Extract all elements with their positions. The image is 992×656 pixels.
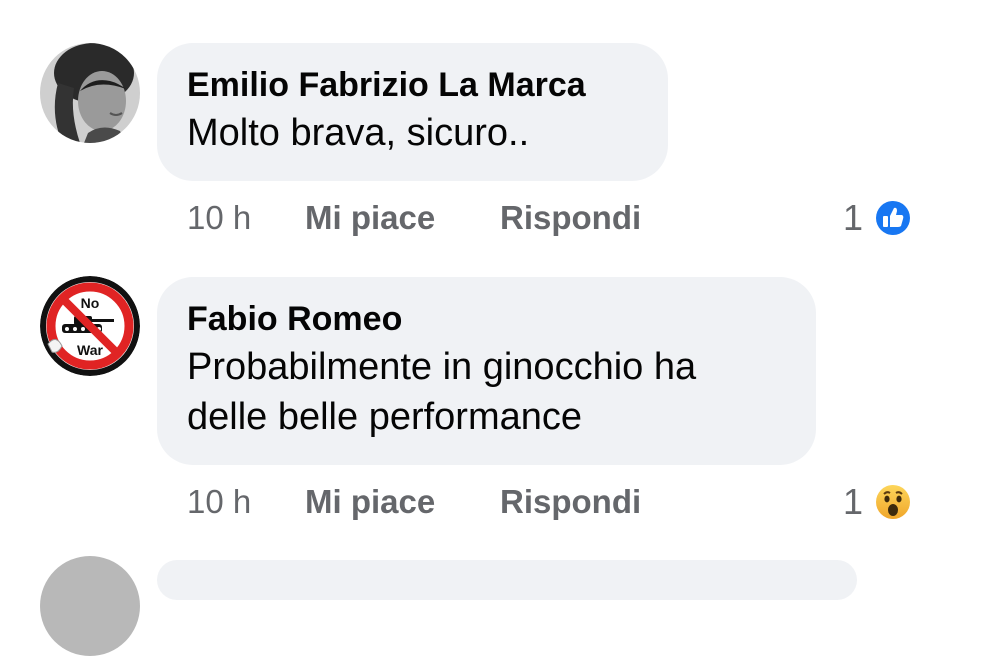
no-war-avatar: No War bbox=[40, 276, 140, 376]
wow-icon bbox=[873, 482, 913, 522]
svg-text:War: War bbox=[77, 342, 103, 358]
avatar[interactable] bbox=[40, 556, 140, 656]
reply-button[interactable]: Rispondi bbox=[500, 480, 641, 524]
comment-text: Probabilmente in ginocchio ha delle bell… bbox=[187, 342, 786, 442]
comment-author[interactable]: Fabio Romeo bbox=[187, 299, 786, 339]
comment-actions: 10 h Mi piace Rispondi bbox=[187, 480, 787, 524]
comment: No War Fabio Romeo Probabilmente in gino… bbox=[0, 0, 992, 570]
svg-text:No: No bbox=[81, 295, 100, 311]
reaction-count: 1 bbox=[843, 481, 864, 522]
comment-bubble bbox=[157, 560, 857, 600]
avatar[interactable]: No War bbox=[40, 276, 140, 376]
comment-text-line: delle belle performance bbox=[187, 396, 583, 438]
comment-time[interactable]: 10 h bbox=[187, 480, 251, 524]
like-button[interactable]: Mi piace bbox=[305, 480, 435, 524]
comment-text-line: Probabilmente in ginocchio ha bbox=[187, 346, 697, 388]
comment-bubble: Fabio Romeo Probabilmente in ginocchio h… bbox=[157, 277, 816, 465]
reaction-summary[interactable]: 1 bbox=[843, 480, 923, 524]
